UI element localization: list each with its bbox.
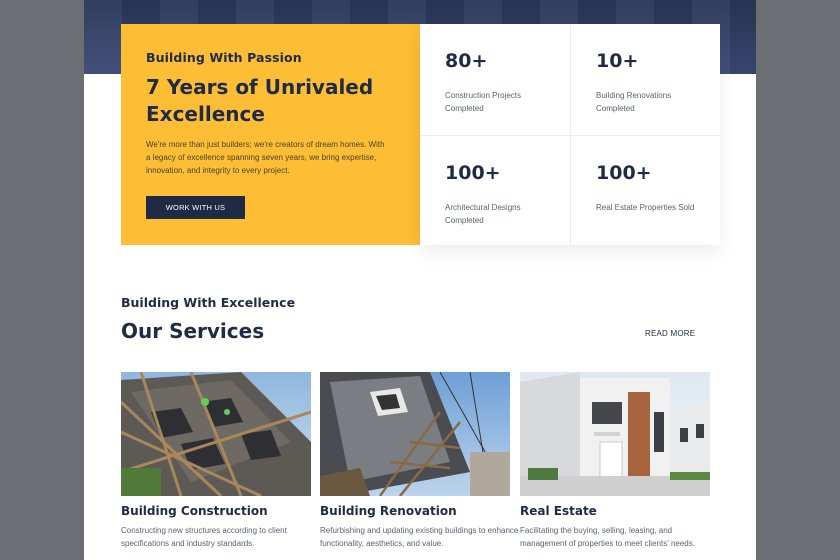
services-kicker: Building With Excellence	[121, 295, 296, 310]
real-estate-photo	[520, 372, 710, 496]
intro-title: 7 Years of Unrivaled Excellence	[146, 75, 374, 126]
card-description: Refurbishing and updating existing build…	[320, 526, 519, 548]
intro-card: Building With Passion 7 Years of Unrival…	[121, 24, 420, 245]
stat-building-renovations: 10+ Building Renovations Completed	[570, 24, 720, 135]
service-card-construction[interactable]: Building Construction Constructing new s…	[121, 372, 311, 550]
card-title: Real Estate	[520, 504, 597, 518]
stat-number: 100+	[445, 162, 501, 184]
stat-number: 100+	[596, 162, 652, 184]
stats-grid: 80+ Construction Projects Completed 10+ …	[420, 24, 720, 245]
stat-label: Architectural Designs Completed	[445, 203, 521, 225]
stat-label: Building Renovations Completed	[596, 91, 672, 113]
stat-properties-sold: 100+ Real Estate Properties Sold	[570, 135, 720, 245]
construction-photo	[121, 372, 311, 496]
work-with-us-button[interactable]: WORK WITH US	[146, 196, 245, 219]
card-description: Constructing new structures according to…	[121, 526, 287, 548]
stat-architectural-designs: 100+ Architectural Designs Completed	[420, 135, 570, 245]
intro-kicker: Building With Passion	[146, 50, 302, 65]
read-more-link[interactable]: READ MORE	[645, 329, 695, 338]
card-description: Facilitating the buying, selling, leasin…	[520, 526, 695, 548]
renovation-photo	[320, 372, 510, 496]
intro-text: We're more than just builders; we're cre…	[146, 140, 385, 175]
service-card-renovation[interactable]: Building Renovation Refurbishing and upd…	[320, 372, 518, 550]
services-title: Our Services	[121, 319, 265, 343]
stat-construction-projects: 80+ Construction Projects Completed	[420, 24, 570, 135]
stat-number: 10+	[596, 50, 639, 72]
service-card-real-estate[interactable]: Real Estate Facilitating the buying, sel…	[520, 372, 710, 550]
card-title: Building Construction	[121, 504, 268, 518]
stat-label: Real Estate Properties Sold	[596, 203, 695, 212]
stat-number: 80+	[445, 50, 488, 72]
page: Building With Passion 7 Years of Unrival…	[84, 0, 756, 560]
card-title: Building Renovation	[320, 504, 457, 518]
stat-label: Construction Projects Completed	[445, 91, 522, 113]
